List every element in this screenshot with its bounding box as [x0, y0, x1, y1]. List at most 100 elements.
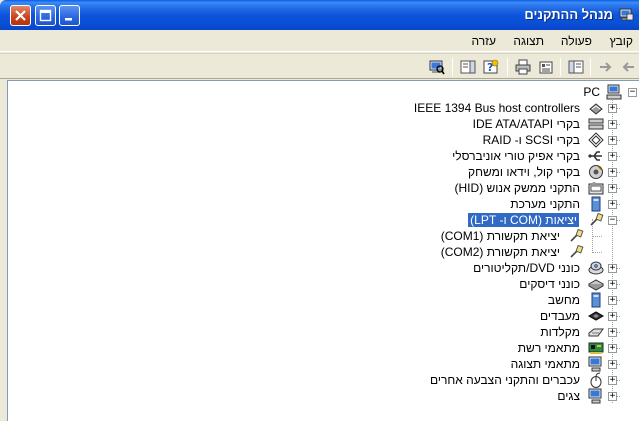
tree-item-monitors[interactable]: + צגים — [8, 388, 639, 404]
hid-icon — [588, 182, 604, 195]
console-tree-icon — [568, 60, 584, 74]
tree-item-label: כונני DVD/תקליטורים — [473, 261, 580, 275]
expand-toggle[interactable]: + — [608, 264, 617, 273]
tree-item-label: כונני דיסקים — [519, 277, 580, 291]
properties-icon — [539, 61, 553, 74]
tree-item-mice[interactable]: + עכברים והתקני הצבעה אחרים — [8, 372, 639, 388]
expand-toggle[interactable]: + — [608, 152, 617, 161]
tree-item-com2[interactable]: יציאת תקשורת (COM2) — [8, 244, 639, 260]
tree-item-label: התקני ממשק אנוש (HID) — [454, 181, 580, 195]
expand-toggle[interactable]: + — [608, 392, 617, 401]
collapse-toggle[interactable]: − — [628, 88, 637, 97]
properties-button[interactable] — [536, 57, 556, 77]
tree-item-label: התקני מערכת — [510, 197, 580, 211]
back-button[interactable] — [618, 57, 638, 77]
tree-item-usb[interactable]: + בקרי אפיק טורי אוניברסלי — [8, 148, 639, 164]
port-icon — [570, 228, 584, 242]
tree-item-ieee1394[interactable]: + IEEE 1394 Bus host controllers — [8, 100, 639, 116]
system-device-icon — [591, 196, 601, 212]
dvd-icon — [588, 261, 604, 275]
display-adapter-icon — [588, 356, 602, 372]
view-button[interactable] — [458, 57, 478, 77]
tree-item-label: יציאת תקשורת (COM1) — [440, 229, 560, 243]
tree-item-processors[interactable]: + מעבדים — [8, 308, 639, 324]
device-manager-icon — [619, 8, 634, 21]
tree-item-system[interactable]: + התקני מערכת — [8, 196, 639, 212]
minimize-button[interactable] — [59, 5, 80, 26]
tree-item-com1[interactable]: יציאת תקשורת (COM1) — [8, 228, 639, 244]
title-bar[interactable]: מנהל ההתקנים — [0, 0, 639, 30]
computer-icon — [591, 292, 601, 308]
expand-toggle[interactable]: + — [608, 360, 617, 369]
monitor-icon — [588, 388, 602, 404]
expand-toggle[interactable]: + — [608, 328, 617, 337]
tree-item-scsi[interactable]: + בקרי SCSI ו- RAID — [8, 132, 639, 148]
expand-toggle[interactable]: + — [608, 200, 617, 209]
menu-bar: קובץ פעולה תצוגה עזרה — [0, 30, 639, 52]
close-button[interactable] — [10, 5, 31, 26]
scan-hardware-button[interactable] — [427, 57, 447, 77]
expand-toggle[interactable]: + — [608, 344, 617, 353]
expand-toggle[interactable]: + — [608, 376, 617, 385]
menu-action[interactable]: פעולה — [561, 34, 592, 48]
close-icon — [15, 10, 26, 21]
expand-toggle[interactable]: + — [608, 280, 617, 289]
tree-item-ide[interactable]: + בקרי IDE ATA/ATAPI — [8, 116, 639, 132]
show-hide-tree-button[interactable] — [566, 57, 586, 77]
tree-item-label: IEEE 1394 Bus host controllers — [413, 101, 580, 115]
keyboard-icon — [588, 328, 604, 337]
back-icon — [622, 62, 634, 72]
menu-help[interactable]: עזרה — [471, 34, 496, 48]
disk-icon — [588, 279, 604, 291]
scan-hardware-icon — [429, 60, 445, 75]
maximize-icon — [39, 9, 52, 22]
print-button[interactable] — [513, 57, 533, 77]
device-manager-window: מנהל ההתקנים קובץ פעולה תצוגה עזרה ? − P… — [0, 0, 639, 421]
print-icon — [515, 59, 531, 75]
menu-view[interactable]: תצוגה — [513, 34, 544, 48]
tree-item-disk[interactable]: + כונני דיסקים — [8, 276, 639, 292]
tree-item-label: מחשב — [547, 293, 580, 307]
tree-item-label: צגים — [557, 389, 580, 403]
tree-item-keyboards[interactable]: + מקלדות — [8, 324, 639, 340]
root-label: PC — [583, 85, 600, 99]
minimize-icon — [65, 18, 72, 21]
forward-icon — [600, 62, 612, 72]
left-border — [0, 80, 7, 421]
tree-item-label: מתאמי תצוגה — [510, 357, 580, 371]
tree-item-display[interactable]: + מתאמי תצוגה — [8, 356, 639, 372]
tree-item-label: יציאת תקשורת (COM2) — [440, 245, 560, 259]
processor-icon — [588, 311, 604, 321]
tree-item-label: מתאמי רשת — [517, 341, 580, 355]
maximize-button[interactable] — [35, 5, 56, 26]
tree-item-ports[interactable]: − יציאות (COM ו- LPT) — [8, 212, 639, 228]
expand-toggle[interactable]: + — [608, 168, 617, 177]
tree-root[interactable]: − PC — [8, 84, 639, 100]
expand-toggle[interactable]: + — [608, 184, 617, 193]
port-icon — [570, 244, 584, 258]
usb-icon — [588, 151, 602, 161]
tree-item-label: מקלדות — [540, 325, 580, 339]
tree-item-sound[interactable]: + בקרי קול, וידאו ומשחק — [8, 164, 639, 180]
collapse-toggle[interactable]: − — [608, 216, 617, 225]
help-button[interactable]: ? — [481, 57, 501, 77]
expand-toggle[interactable]: + — [608, 120, 617, 129]
port-icon — [590, 212, 604, 226]
expand-toggle[interactable]: + — [608, 296, 617, 305]
expand-toggle[interactable]: + — [608, 312, 617, 321]
menu-file[interactable]: קובץ — [610, 34, 633, 48]
tree-item-network[interactable]: + מתאמי רשת — [8, 340, 639, 356]
expand-toggle[interactable]: + — [608, 104, 617, 113]
expand-toggle[interactable]: + — [608, 136, 617, 145]
tree-item-dvd[interactable]: + כונני DVD/תקליטורים — [8, 260, 639, 276]
device-tree[interactable]: − PC + IEEE 1394 Bus host controllers + … — [7, 80, 639, 421]
forward-button[interactable] — [596, 57, 616, 77]
view-icon — [460, 60, 476, 74]
tree-item-hid[interactable]: + התקני ממשק אנוש (HID) — [8, 180, 639, 196]
computer-icon — [606, 84, 622, 100]
tree-item-label: עכברים והתקני הצבעה אחרים — [429, 373, 580, 387]
tree-item-computer[interactable]: + מחשב — [8, 292, 639, 308]
window-title: מנהל ההתקנים — [524, 7, 613, 22]
network-adapter-icon — [588, 342, 604, 354]
tree-item-label: מעבדים — [540, 309, 580, 323]
